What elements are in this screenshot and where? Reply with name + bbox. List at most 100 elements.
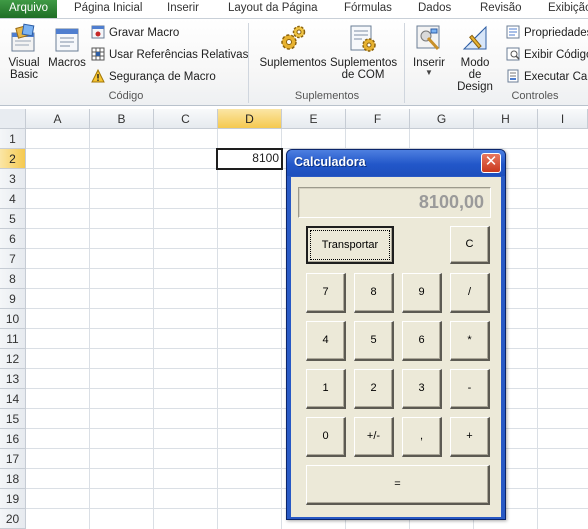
row-header-9[interactable]: 9 (0, 289, 26, 309)
gridline (537, 129, 538, 529)
column-header-h[interactable]: H (474, 109, 538, 129)
equals-button[interactable]: = (306, 465, 490, 505)
tab-layout-da-pagina[interactable]: Layout da Página (222, 0, 324, 18)
group-label-codigo: Código (108, 90, 144, 102)
group-separator (248, 23, 249, 103)
key-comma[interactable]: , (402, 417, 442, 457)
macros-button[interactable]: Macros (46, 23, 88, 69)
row-header-13[interactable]: 13 (0, 369, 26, 389)
column-header-b[interactable]: B (90, 109, 154, 129)
transportar-button[interactable]: Transportar (306, 226, 394, 264)
calculator-title: Calculadora (294, 155, 366, 169)
row-header-16[interactable]: 16 (0, 429, 26, 449)
visual-basic-label: Visual Basic (8, 57, 40, 81)
key-9[interactable]: 9 (402, 273, 442, 313)
key-add[interactable]: + (450, 417, 490, 457)
insert-controls-icon (416, 25, 440, 51)
row-header-15[interactable]: 15 (0, 409, 26, 429)
suplementos-de-com-label: Suplementos de COM (330, 57, 398, 81)
row-header-6[interactable]: 6 (0, 229, 26, 249)
tab-revisao[interactable]: Revisão (474, 0, 528, 18)
tab-arquivo[interactable]: Arquivo (0, 0, 57, 18)
key-0[interactable]: 0 (306, 417, 346, 457)
tab-formulas[interactable]: Fórmulas (338, 0, 398, 18)
key-5[interactable]: 5 (354, 321, 394, 361)
key-2[interactable]: 2 (354, 369, 394, 409)
calculator-titlebar[interactable]: Calculadora ✕ (287, 150, 505, 176)
row-header-7[interactable]: 7 (0, 249, 26, 269)
row-header-3[interactable]: 3 (0, 169, 26, 189)
calculator-dialog: Calculadora ✕ 8100,00 Transportar C 7 8 … (286, 149, 506, 520)
propriedades-button[interactable]: Propriedades (506, 25, 588, 43)
modo-de-design-button[interactable]: Modo de Design (452, 23, 498, 93)
inserir-controls-button[interactable]: Inserir ▼ (408, 23, 450, 77)
macros-label: Macros (48, 57, 86, 69)
calculator-display: 8100,00 (298, 187, 491, 218)
group-separator (404, 23, 405, 103)
ribbon-developer: Visual Basic Macros Gravar Macro Usar Re… (0, 18, 588, 106)
row-header-19[interactable]: 19 (0, 489, 26, 509)
suplementos-button[interactable]: Suplementos (256, 23, 330, 69)
tab-pagina-inicial[interactable]: Página Inicial (68, 0, 148, 18)
column-header-c[interactable]: C (154, 109, 218, 129)
clear-button[interactable]: C (450, 226, 490, 264)
column-header-e[interactable]: E (282, 109, 346, 129)
row-header-17[interactable]: 17 (0, 449, 26, 469)
column-header-f[interactable]: F (346, 109, 410, 129)
row-header-10[interactable]: 10 (0, 309, 26, 329)
column-header-a[interactable]: A (26, 109, 90, 129)
gridline (89, 129, 90, 529)
row-header-20[interactable]: 20 (0, 509, 26, 529)
key-7[interactable]: 7 (306, 273, 346, 313)
row-header-14[interactable]: 14 (0, 389, 26, 409)
visual-basic-icon (11, 23, 35, 52)
usar-referencias-relativas-label: Usar Referências Relativas (109, 49, 249, 61)
usar-referencias-relativas-button[interactable]: Usar Referências Relativas (91, 47, 248, 65)
row-header-11[interactable]: 11 (0, 329, 26, 349)
tab-exibicao[interactable]: Exibição (542, 0, 588, 18)
column-header-d[interactable]: D (218, 109, 282, 129)
gravar-macro-button[interactable]: Gravar Macro (91, 25, 179, 43)
row-header-4[interactable]: 4 (0, 189, 26, 209)
select-all-corner[interactable] (0, 109, 26, 129)
key-4[interactable]: 4 (306, 321, 346, 361)
active-cell-d2[interactable]: 8100 (216, 148, 283, 170)
key-divide[interactable]: / (450, 273, 490, 313)
row-header-5[interactable]: 5 (0, 209, 26, 229)
key-1[interactable]: 1 (306, 369, 346, 409)
exibir-codigo-button[interactable]: Exibir Código (506, 47, 588, 65)
macro-security-warning-icon (91, 69, 105, 83)
properties-icon (506, 25, 520, 39)
seguranca-de-macro-button[interactable]: Segurança de Macro (91, 69, 216, 87)
group-label-controles: Controles (511, 90, 559, 102)
gridline (153, 129, 154, 529)
ribbon-tabbar: Arquivo Página Inicial Inserir Layout da… (0, 0, 588, 18)
exibir-codigo-label: Exibir Código (524, 49, 588, 61)
key-sign[interactable]: +/- (354, 417, 394, 457)
row-header-12[interactable]: 12 (0, 349, 26, 369)
macros-icon (55, 28, 79, 52)
row-header-1[interactable]: 1 (0, 129, 26, 149)
key-subtract[interactable]: - (450, 369, 490, 409)
key-8[interactable]: 8 (354, 273, 394, 313)
column-header-g[interactable]: G (410, 109, 474, 129)
row-header-18[interactable]: 18 (0, 469, 26, 489)
row-header-2[interactable]: 2 (0, 149, 26, 169)
key-3[interactable]: 3 (402, 369, 442, 409)
tab-dados[interactable]: Dados (412, 0, 457, 18)
seguranca-de-macro-label: Segurança de Macro (109, 71, 216, 83)
suplementos-de-com-button[interactable]: Suplementos de COM (330, 23, 398, 81)
tab-inserir[interactable]: Inserir (161, 0, 205, 18)
calculator-body: 8100,00 Transportar C 7 8 9 / 4 5 6 * 1 … (291, 177, 501, 517)
column-header-i[interactable]: I (538, 109, 588, 129)
row-header-8[interactable]: 8 (0, 269, 26, 289)
key-multiply[interactable]: * (450, 321, 490, 361)
close-icon: ✕ (484, 153, 498, 170)
key-6[interactable]: 6 (402, 321, 442, 361)
visual-basic-button[interactable]: Visual Basic (4, 23, 44, 81)
gridline (217, 129, 218, 529)
executar-caixa-button[interactable]: Executar Caixa (506, 69, 588, 87)
close-button[interactable]: ✕ (481, 153, 501, 173)
design-mode-icon (462, 25, 487, 50)
gravar-macro-label: Gravar Macro (109, 27, 180, 39)
